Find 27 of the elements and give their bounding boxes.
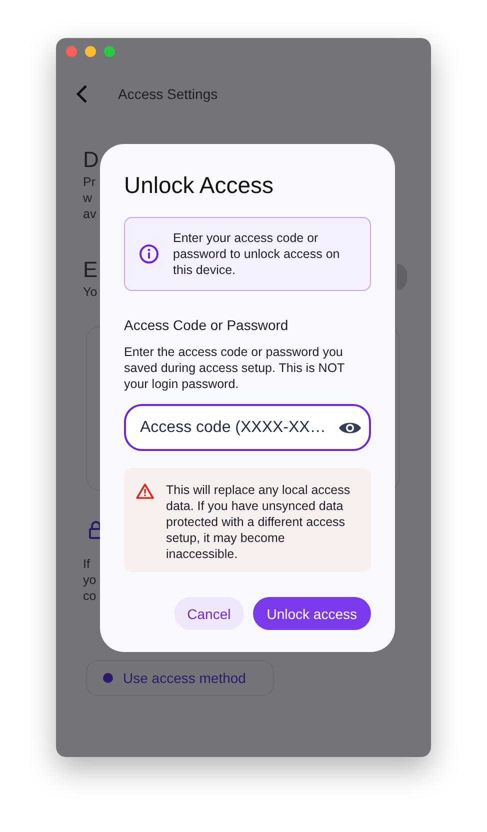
section-heading: D: [83, 146, 99, 174]
warning-text: This will replace any local access data. If you have unsynced data protected with a different access setup, it may become inaccessible.: [166, 482, 352, 562]
description-text: Pr: [83, 174, 96, 190]
description-text: yo: [83, 572, 96, 588]
dialog-title: Unlock Access: [124, 171, 275, 200]
info-icon: [139, 244, 159, 264]
use-access-method-button[interactable]: Use access method: [86, 660, 274, 696]
minimize-window-button[interactable]: [85, 46, 96, 57]
unlock-button[interactable]: Unlock access: [252, 597, 371, 630]
description-text: co: [83, 588, 96, 604]
cancel-button[interactable]: Cancel: [174, 597, 244, 630]
zoom-window-button[interactable]: [104, 46, 115, 57]
info-text: Enter your access code or password to unlock access on this device.: [173, 230, 341, 278]
show-password-icon[interactable]: [338, 420, 362, 436]
description-text: w: [83, 190, 92, 206]
field-label: Access Code or Password: [124, 317, 290, 333]
section-heading: E: [83, 256, 98, 284]
description-text: Yo: [83, 284, 98, 300]
access-code-field[interactable]: Access code (XXXX-XX…: [124, 404, 371, 451]
dot-icon: [103, 673, 113, 683]
description-text: av: [83, 206, 96, 222]
helper-text: Enter the access code or password you saved during access setup. This is NOT your login password.: [124, 344, 346, 392]
back-icon[interactable]: [76, 84, 88, 104]
description-text: If: [83, 556, 90, 572]
warning-icon: [136, 483, 154, 499]
page-title: Access Settings: [118, 86, 218, 102]
close-window-button[interactable]: [66, 46, 77, 57]
